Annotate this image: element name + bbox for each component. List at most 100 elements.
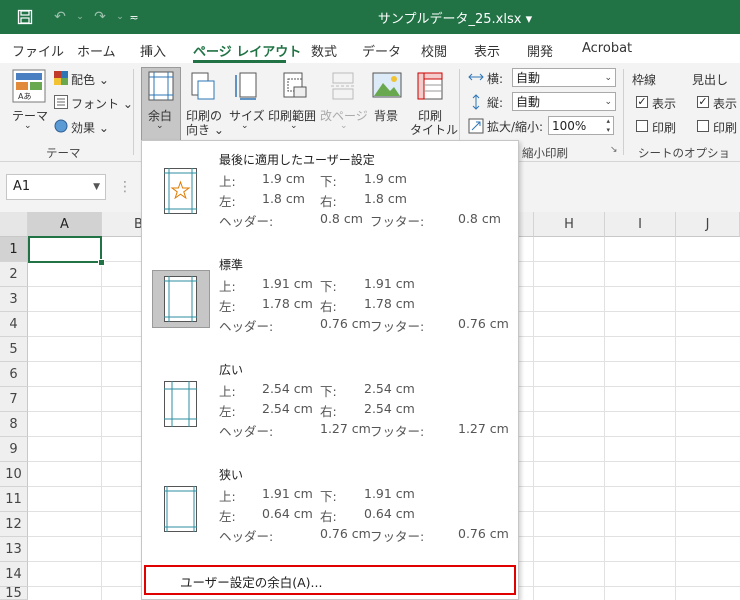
margin-option-narrow[interactable]: 狭い 上: 1.91 cm 下: 1.91 cm 左: 0.64 cm 右: 0…: [142, 456, 518, 561]
chevron-down-icon[interactable]: ▼: [93, 175, 100, 199]
margin-option-normal[interactable]: 標準 上: 1.91 cm 下: 1.91 cm 左: 1.78 cm 右: 1…: [142, 246, 518, 351]
ribbon-tabs: ファイル ホーム 挿入 ページ レイアウト 数式 データ 校閲 表示 開発 Ac…: [0, 34, 740, 62]
row-header-9[interactable]: 9: [0, 437, 28, 462]
tab-home[interactable]: ホーム: [77, 41, 116, 60]
scale-label: 拡大/縮小:: [487, 120, 544, 134]
margins-dropdown-icon: ⌄: [156, 121, 164, 131]
header-margin-value: 0.8 cm: [320, 211, 363, 226]
top-margin-value: 1.9 cm: [262, 171, 305, 186]
bottom-margin-value: 2.54 cm: [364, 381, 415, 396]
tab-review[interactable]: 校閲: [421, 41, 447, 60]
right-margin-value: 1.8 cm: [364, 191, 407, 206]
tab-data[interactable]: データ: [362, 41, 401, 60]
headings-print-checkbox[interactable]: [697, 120, 709, 132]
column-header-h[interactable]: H: [534, 212, 605, 237]
row-header-10[interactable]: 10: [0, 462, 28, 487]
top-margin-label: 上:: [219, 279, 236, 294]
row-header-1[interactable]: 1: [0, 237, 28, 262]
gridlines-print-checkbox[interactable]: [636, 120, 648, 132]
height-select[interactable]: 自動 ⌄: [512, 92, 616, 111]
bottom-margin-label: 下:: [320, 279, 337, 294]
gridlines-label: 枠線: [632, 73, 657, 87]
themes-group-label: テーマ: [46, 146, 81, 160]
left-margin-value: 1.8 cm: [262, 191, 305, 206]
tab-insert[interactable]: 挿入: [140, 41, 166, 60]
effects-icon: [54, 119, 68, 136]
top-margin-value: 1.91 cm: [262, 276, 313, 291]
orientation-icon: [190, 71, 216, 104]
themes-icon[interactable]: Aあ: [12, 69, 46, 106]
row-header-11[interactable]: 11: [0, 487, 28, 512]
customize-qat-icon[interactable]: ≂: [126, 7, 142, 27]
effects-button[interactable]: 効果 ⌄: [71, 119, 109, 136]
left-margin-value: 1.78 cm: [262, 296, 313, 311]
background-button[interactable]: 背景: [374, 107, 398, 124]
column-header-i[interactable]: I: [605, 212, 676, 237]
margin-option-last-custom[interactable]: 最後に適用したユーザー設定 上: 1.9 cm 下: 1.9 cm 左: 1.8…: [142, 141, 518, 246]
row-header-7[interactable]: 7: [0, 387, 28, 412]
file-title[interactable]: サンプルデータ_25.xlsx ▾: [340, 8, 570, 27]
tab-formulas[interactable]: 数式: [311, 41, 337, 60]
orientation-label-2: 向き ⌄: [186, 123, 224, 137]
row-header-14[interactable]: 14: [0, 562, 28, 587]
row-header-4[interactable]: 4: [0, 312, 28, 337]
group-separator: [623, 69, 624, 155]
tab-developer[interactable]: 開発: [527, 41, 553, 60]
chevron-down-icon: ⌄: [604, 97, 612, 107]
footer-margin-value: 1.27 cm: [458, 421, 509, 436]
breaks-icon: [330, 71, 356, 104]
save-icon[interactable]: [14, 7, 36, 27]
margin-option-wide[interactable]: 広い 上: 2.54 cm 下: 2.54 cm 左: 2.54 cm 右: 2…: [142, 351, 518, 456]
headings-view-checkbox[interactable]: ✓: [697, 96, 709, 108]
gridlines-print-label: 印刷: [652, 121, 677, 135]
right-margin-label: 右:: [320, 194, 337, 209]
undo-icon[interactable]: ↶: [48, 7, 72, 27]
footer-margin-value: 0.76 cm: [458, 526, 509, 541]
undo-dropdown-icon[interactable]: ⌄: [74, 7, 86, 27]
column-header-a[interactable]: A: [28, 212, 102, 237]
width-select[interactable]: 自動 ⌄: [512, 68, 616, 87]
custom-margins-menu-item[interactable]: ユーザー設定の余白(A)...: [144, 565, 516, 595]
colors-button[interactable]: 配色 ⌄: [71, 71, 109, 88]
tab-file[interactable]: ファイル: [12, 41, 64, 60]
row-header-5[interactable]: 5: [0, 337, 28, 362]
scale-input[interactable]: 100% ▴ ▾: [548, 116, 614, 135]
scale-value: 100%: [552, 119, 587, 133]
row-header-6[interactable]: 6: [0, 362, 28, 387]
left-margin-label: 左:: [219, 404, 236, 419]
tab-acrobat[interactable]: Acrobat: [582, 41, 632, 56]
active-cell-a1[interactable]: [28, 236, 102, 263]
redo-icon[interactable]: ↷: [88, 7, 112, 27]
bottom-margin-value: 1.91 cm: [364, 486, 415, 501]
column-header-j[interactable]: J: [676, 212, 740, 237]
bottom-margin-label: 下:: [320, 489, 337, 504]
colors-icon: [54, 71, 68, 88]
print-area-icon: [280, 71, 308, 104]
row-header-15[interactable]: 15: [0, 587, 28, 600]
name-box[interactable]: A1 ▼: [6, 174, 106, 200]
row-header-12[interactable]: 12: [0, 512, 28, 537]
footer-margin-value: 0.76 cm: [458, 316, 509, 331]
row-header-13[interactable]: 13: [0, 537, 28, 562]
spinner-icon[interactable]: ▴ ▾: [606, 117, 610, 135]
formula-bar-grip-icon: ⋮: [118, 179, 132, 195]
select-all-corner[interactable]: [0, 212, 28, 237]
header-margin-value: 0.76 cm: [320, 526, 371, 541]
print-area-dropdown-icon: ⌄: [290, 121, 298, 131]
gridline: [533, 237, 534, 600]
fill-handle[interactable]: [98, 259, 105, 266]
left-margin-value: 0.64 cm: [262, 506, 313, 521]
tab-page-layout[interactable]: ページ レイアウト: [193, 41, 301, 60]
redo-dropdown-icon[interactable]: ⌄: [114, 7, 126, 27]
height-value: 自動: [516, 95, 541, 109]
row-header-8[interactable]: 8: [0, 412, 28, 437]
gridlines-view-checkbox[interactable]: ✓: [636, 96, 648, 108]
fonts-button[interactable]: フォント ⌄: [71, 95, 133, 112]
tab-view[interactable]: 表示: [474, 41, 500, 60]
dialog-launcher-icon[interactable]: ↘: [610, 145, 618, 155]
row-header-3[interactable]: 3: [0, 287, 28, 312]
margin-option-name: 狭い: [219, 468, 244, 482]
themes-dropdown-icon[interactable]: ⌄: [24, 121, 32, 131]
margin-option-name: 最後に適用したユーザー設定: [219, 153, 375, 167]
row-header-2[interactable]: 2: [0, 262, 28, 287]
